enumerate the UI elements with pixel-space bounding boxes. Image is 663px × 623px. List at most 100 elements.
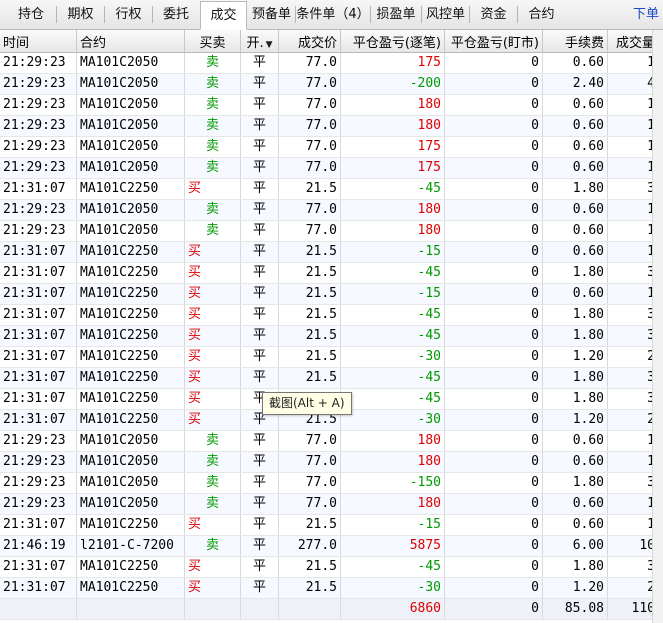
cell-open-close: 平 [240,262,279,284]
table-row[interactable]: 21:31:07MA101C2250买平21.5-1500.601 [0,283,659,305]
cell-side: 卖 [184,52,241,74]
cell-price: 21.5 [278,262,341,284]
total-fee: 85.08 [542,598,608,620]
cell-fee: 0.60 [542,241,608,263]
place-order-link[interactable]: 下单 [633,0,659,29]
tab-positions[interactable]: 持仓 [6,0,56,29]
tab-funds[interactable]: 资金 [470,0,517,29]
cell-open-close: 平 [240,304,279,326]
cell-time: 21:31:07 [0,304,77,326]
cell-open-close: 平 [240,472,279,494]
cell-fee: 0.60 [542,283,608,305]
cell-side: 买 [184,388,241,410]
cell-pnl-trade: -45 [340,178,445,200]
cell-open-close: 平 [240,325,279,347]
cell-pnl-trade: -45 [340,262,445,284]
tab-conditional-orders[interactable]: 条件单（4） [296,0,370,29]
tab-exercise[interactable]: 行权 [105,0,152,29]
cell-side: 买 [184,577,241,599]
cell-open-close: 平 [240,535,279,557]
col-header-pnl-mtm[interactable]: 平仓盈亏(盯市) [444,30,543,53]
cell-pnl-mtm: 0 [444,241,543,263]
table-row[interactable]: 21:29:23MA101C2050卖平77.017500.601 [0,136,659,158]
cell-qty: 3 [607,304,659,326]
col-header-open-close-label: 开. [246,35,264,51]
col-header-open-close[interactable]: 开. ▼ [240,30,279,53]
cell-time: 21:29:23 [0,451,77,473]
cell-price: 77.0 [278,157,341,179]
tab-options[interactable]: 期权 [57,0,104,29]
table-row[interactable]: 21:29:23MA101C2050卖平77.017500.601 [0,157,659,179]
col-header-contract[interactable]: 合约 [76,30,185,53]
col-header-side[interactable]: 买卖 [184,30,241,53]
table-row[interactable]: 21:31:07MA101C2250买平21.5-4501.803 [0,304,659,326]
col-header-price[interactable]: 成交价 [278,30,341,53]
table-row[interactable]: 21:29:23MA101C2050卖平77.018000.601 [0,493,659,515]
cell-contract: MA101C2050 [76,136,185,158]
col-header-fee[interactable]: 手续费 [542,30,608,53]
table-row[interactable]: 21:29:23MA101C2050卖平77.018000.601 [0,94,659,116]
col-header-pnl-trade[interactable]: 平仓盈亏(逐笔) [340,30,445,53]
table-row[interactable]: 21:29:23MA101C2050卖平77.017500.601 [0,52,659,74]
cell-pnl-trade: 180 [340,430,445,452]
table-row[interactable]: 21:31:07MA101C2250买平21.5-3001.202 [0,577,659,599]
col-header-qty[interactable]: 成交量 [607,30,659,53]
table-row[interactable]: 21:29:23MA101C2050卖平77.018000.601 [0,451,659,473]
table-row[interactable]: 21:31:07MA101C2250买平21.5-4501.803 [0,556,659,578]
cell-price: 77.0 [278,199,341,221]
tab-stop-orders[interactable]: 损盈单 [371,0,421,29]
cell-pnl-trade: 180 [340,220,445,242]
cell-price: 21.5 [278,514,341,536]
cell-pnl-trade: 175 [340,52,445,74]
vertical-scrollbar[interactable] [652,30,663,623]
cell-open-close: 平 [240,451,279,473]
table-row[interactable]: 21:31:07MA101C2250买平21.5-4501.803 [0,178,659,200]
cell-pnl-mtm: 0 [444,388,543,410]
table-row[interactable]: 21:46:19 l2101-C-7200 卖平 277.0 5875 0 6.00 10 [0,535,659,557]
table-row[interactable]: 21:31:07MA101C2250买平21.5-1500.601 [0,241,659,263]
cell-pnl-trade: 180 [340,115,445,137]
table-row[interactable]: 21:29:23MA101C2050卖平77.018000.601 [0,199,659,221]
cell-time: 21:46:19 [0,535,77,557]
cell-time: 21:31:07 [0,514,77,536]
table-row[interactable]: 21:31:07MA101C2250买平21.5-3001.202 [0,346,659,368]
cell-fee: 2.40 [542,73,608,95]
cell-price: 77.0 [278,115,341,137]
cell-fee: 0.60 [542,493,608,515]
cell-pnl-mtm: 0 [444,325,543,347]
tab-risk-orders[interactable]: 风控单 [422,0,469,29]
cell-fee: 1.80 [542,388,608,410]
table-row[interactable]: 21:31:07MA101C2250买平21.5-4501.803 [0,262,659,284]
table-row[interactable]: 21:29:23MA101C2050卖平77.0-20002.404 [0,73,659,95]
cell-side: 买 [184,325,241,347]
cell-contract: MA101C2250 [76,556,185,578]
table-row[interactable]: 21:29:23MA101C2050卖平77.0-15001.803 [0,472,659,494]
cell-pnl-mtm: 0 [444,409,543,431]
cell-pnl-trade: 175 [340,157,445,179]
tab-trades[interactable]: 成交 [200,1,247,30]
tab-contracts[interactable]: 合约 [518,0,565,29]
cell-open-close: 平 [240,430,279,452]
table-row[interactable]: 21:29:23MA101C2050卖平77.018000.601 [0,220,659,242]
table-row[interactable]: 21:29:23MA101C2050卖平77.018000.601 [0,430,659,452]
tab-orders[interactable]: 委托 [153,0,199,29]
cell-pnl-trade: -45 [340,556,445,578]
cell-time: 21:31:07 [0,367,77,389]
cell-qty: 3 [607,178,659,200]
table-row[interactable]: 21:31:07MA101C2250买平21.5-4501.803 [0,325,659,347]
cell-contract: MA101C2250 [76,304,185,326]
cell-contract: MA101C2250 [76,325,185,347]
cell-price: 77.0 [278,430,341,452]
col-header-time[interactable]: 时间 [0,30,77,53]
table-row[interactable]: 21:31:07MA101C2250买平21.5-4501.803 [0,367,659,389]
cell-qty: 1 [607,157,659,179]
cell-pnl-trade: -30 [340,577,445,599]
cell-open-close: 平 [240,367,279,389]
cell-open-close: 平 [240,514,279,536]
cell-side: 卖 [184,157,241,179]
table-row[interactable]: 21:31:07MA101C2250买平21.5-1500.601 [0,514,659,536]
cell-contract: MA101C2250 [76,409,185,431]
cell-side: 买 [184,409,241,431]
tab-prepared-orders[interactable]: 预备单 [248,0,295,29]
table-row[interactable]: 21:29:23MA101C2050卖平77.018000.601 [0,115,659,137]
